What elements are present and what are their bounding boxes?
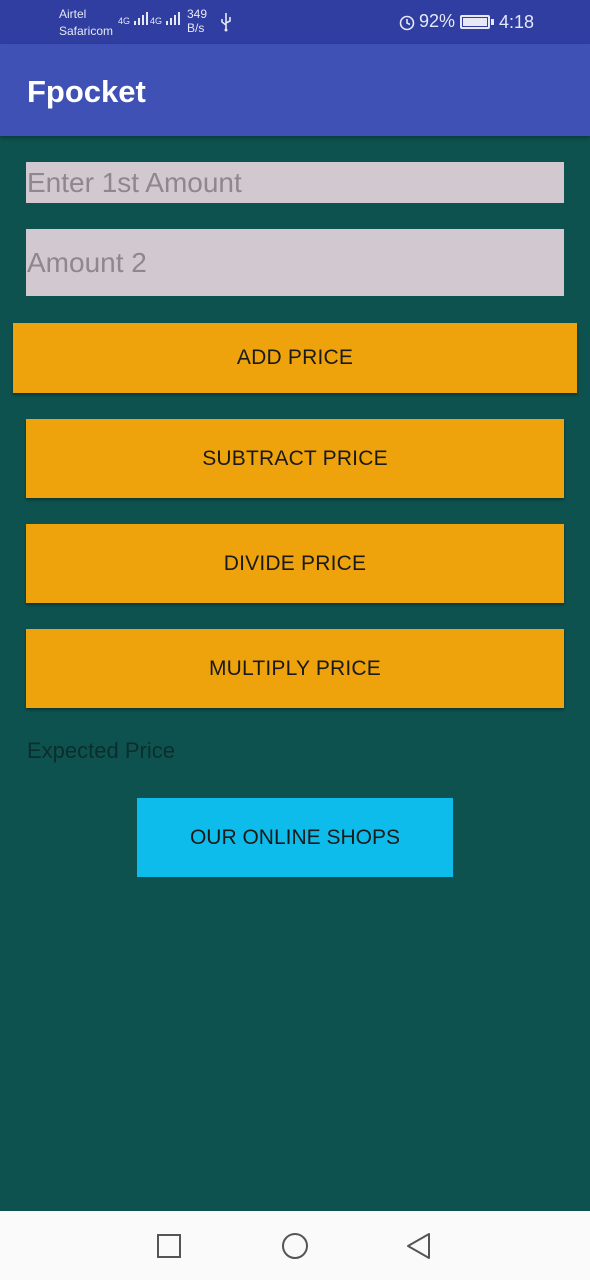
expected-price-label: Expected Price (27, 738, 175, 763)
signal-bars-icon (133, 12, 148, 25)
amount-2-input[interactable] (26, 229, 564, 296)
back-triangle-icon[interactable] (404, 1231, 434, 1261)
amount-1-input[interactable] (26, 162, 564, 203)
signal-icon: 4G (118, 10, 149, 26)
speed-value: 349 (187, 7, 208, 21)
network-type-1: 4G (118, 16, 131, 26)
navigation-bar (0, 1211, 590, 1280)
recents-square-icon[interactable] (154, 1231, 184, 1261)
carrier-2: Safaricom (59, 24, 114, 38)
divide-price-button[interactable]: DIVIDE PRICE (26, 524, 564, 603)
clock-time: 4:18 (498, 12, 534, 32)
usb-icon (221, 13, 231, 32)
network-type-2: 4G (150, 16, 163, 26)
alarm-icon (399, 15, 415, 30)
battery-percent: 92% (419, 11, 456, 31)
app-bar: Fpocket (0, 44, 590, 136)
app-title: Fpocket (27, 74, 146, 109)
signal-icon-2: 4G (150, 10, 181, 26)
online-shops-button[interactable]: OUR ONLINE SHOPS (137, 798, 453, 877)
battery-icon (460, 14, 495, 29)
home-circle-icon[interactable] (280, 1231, 310, 1261)
carrier-1: Airtel (59, 7, 87, 21)
network-speed: 349 B/s (187, 7, 207, 35)
add-price-button[interactable]: ADD PRICE (13, 323, 577, 393)
signal-bars-icon (165, 12, 180, 25)
subtract-price-button[interactable]: SUBTRACT PRICE (26, 419, 564, 498)
carrier-names: Airtel Safaricom (59, 6, 113, 40)
speed-unit: B/s (187, 21, 205, 35)
status-bar: Airtel Safaricom 4G 4G 349 B/s 92% 4:18 (0, 0, 590, 44)
multiply-price-button[interactable]: MULTIPLY PRICE (26, 629, 564, 708)
